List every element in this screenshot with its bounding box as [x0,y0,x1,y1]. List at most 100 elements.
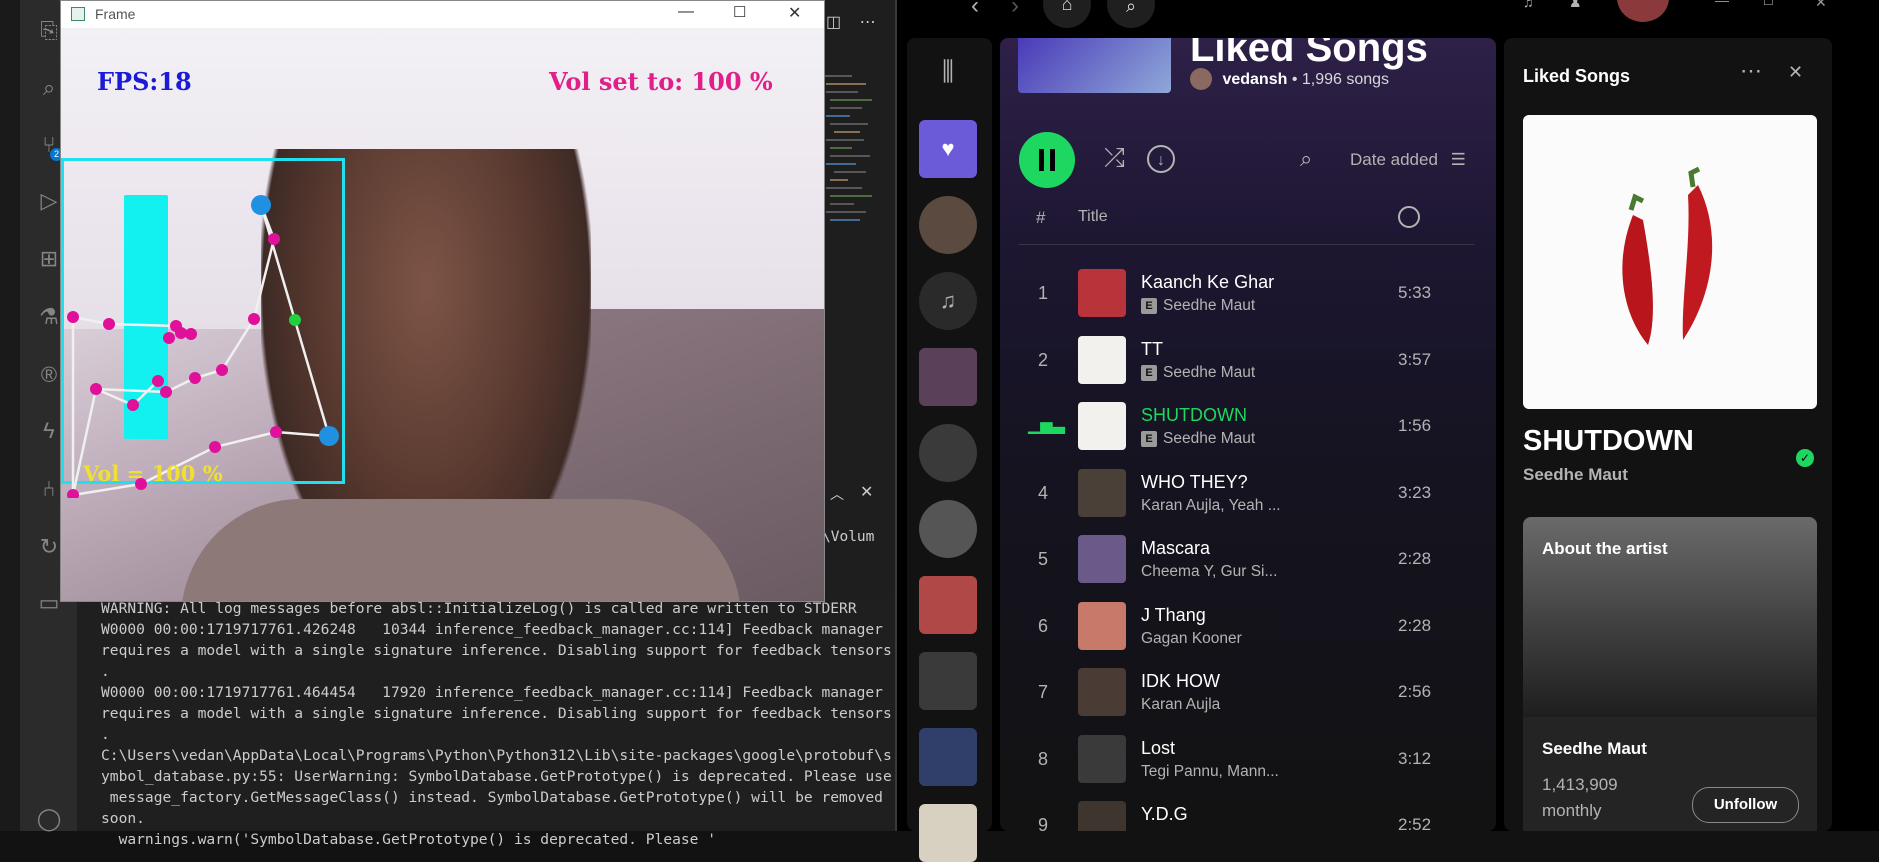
track-number: 8 [1037,748,1048,769]
track-artist[interactable]: Tegi Pannu, Mann... [1141,763,1279,780]
notifications-icon[interactable]: ♫ [1523,0,1534,10]
now-playing-track[interactable]: SHUTDOWN [1523,425,1694,458]
track-artwork [1078,801,1126,831]
chat-icon[interactable]: ▭ [36,590,62,616]
library-item[interactable] [919,576,977,634]
track-number: 9 [1037,815,1048,831]
extensions-icon[interactable]: ⊞ [36,246,62,272]
track-duration: 2:28 [1398,549,1432,568]
track-artist[interactable]: Cheema Y, Gur Si... [1141,563,1277,580]
hand-landmarks [67,195,339,498]
track-title[interactable]: TT [1141,339,1163,360]
track-artist[interactable]: Seedhe Maut [1163,364,1255,381]
frame-titlebar[interactable]: Frame — ☐ ✕ [61,1,824,28]
track-artist[interactable]: Karan Aujla, Yeah ... [1141,497,1281,514]
library-item[interactable]: ♫ [919,272,977,330]
window-minimize-icon[interactable]: — [1715,0,1729,8]
terminal-tab-label[interactable]: \Volum [822,529,874,545]
track-row[interactable]: 5 Mascara Cheema Y, Gur Si... 2:28 [1018,526,1478,592]
forward-icon[interactable]: › [1011,0,1019,20]
source-control-icon[interactable]: ⑂ 2 [36,132,63,161]
library-item[interactable] [919,424,977,482]
owner-name[interactable]: vedansh [1222,71,1287,88]
track-row[interactable]: 4 WHO THEY? Karan Aujla, Yeah ... 3:23 [1018,460,1478,526]
track-artist[interactable]: Gagan Kooner [1141,630,1242,647]
library-item[interactable] [919,652,977,710]
library-icon[interactable]: ⫼ [933,56,963,88]
account-icon[interactable]: ◯ [36,806,62,832]
settings-sync-icon[interactable]: ↻ [36,534,62,560]
desktop-edge [0,0,20,831]
library-item[interactable] [919,196,977,254]
close-panel-icon[interactable]: ✕ [860,482,873,502]
frame-title: Frame [95,6,136,22]
terminal-panel[interactable]: WARNING: All log messages before absl::I… [77,598,897,848]
track-row[interactable]: 8 Lost Tegi Pannu, Mann... 3:12 [1018,726,1478,792]
pause-button[interactable] [1019,132,1075,188]
shuffle-icon[interactable]: ⤮ [1104,142,1125,174]
avatar[interactable] [1617,0,1669,22]
more-options-icon[interactable]: ⋯ [1740,58,1762,84]
friends-icon[interactable]: ♟ [1569,0,1582,11]
track-title[interactable]: SHUTDOWN [1141,405,1247,426]
maximize-button[interactable]: ☐ [733,3,746,21]
track-title[interactable]: IDK HOW [1141,671,1220,692]
search-button[interactable]: ⌕ [1107,0,1155,28]
explorer-icon[interactable]: ⎘ [36,18,62,44]
lightning-icon[interactable]: ϟ [36,418,62,444]
unfollow-button[interactable]: Unfollow [1692,787,1799,823]
testing-icon[interactable]: ⚗ [36,304,62,330]
track-title[interactable]: Y.D.G [1141,804,1188,825]
track-artist[interactable]: Seedhe Maut [1163,430,1255,447]
close-panel-icon[interactable]: ✕ [1788,62,1803,83]
track-title[interactable]: J Thang [1141,605,1206,626]
track-artist[interactable]: Karan Aujla [1141,696,1220,713]
track-artwork [1078,734,1126,783]
heart-icon: ♥ [941,136,955,161]
track-row[interactable]: 2 TT E Seedhe Maut 3:57 [1018,327,1478,393]
minimize-button[interactable]: — [678,3,694,21]
maximize-panel-icon[interactable]: ︿ [830,484,844,504]
track-title[interactable]: Kaanch Ke Ghar [1141,272,1274,293]
liked-songs-tile[interactable]: ♥ [919,120,977,178]
search-in-playlist-icon[interactable]: ⌕ [1300,146,1312,172]
track-title[interactable]: Lost [1141,738,1175,759]
download-icon[interactable]: ↓ [1147,145,1175,173]
track-artist[interactable]: Seedhe Maut [1163,297,1255,314]
window-maximize-icon[interactable]: ☐ [1763,0,1774,8]
title-column-header[interactable]: Title [1078,208,1108,226]
library-item[interactable] [919,348,977,406]
back-icon[interactable]: ‹ [971,0,979,20]
more-actions-icon[interactable]: ⋯ [860,14,876,31]
artist-name[interactable]: Seedhe Maut [1542,739,1647,759]
track-row[interactable]: ▁▅▃ SHUTDOWN E Seedhe Maut 1:56 [1018,393,1478,459]
home-button[interactable]: ⌂ [1043,0,1091,28]
track-number: 2 [1037,349,1048,370]
run-debug-icon[interactable]: ▷ [36,188,62,214]
track-title[interactable]: WHO THEY? [1141,472,1248,493]
split-editor-icon[interactable]: ◫ [826,14,841,31]
track-row[interactable]: 7 IDK HOW Karan Aujla 2:56 [1018,659,1478,725]
track-row[interactable]: 9 Y.D.G 2:52 [1018,792,1478,831]
git-graph-icon[interactable]: ⑃ [36,476,62,502]
remote-icon[interactable]: ® [36,362,62,388]
library-item[interactable] [919,728,977,786]
about-artist-card[interactable]: About the artist Seedhe Maut 1,413,909 m… [1523,517,1817,831]
track-row[interactable]: 1 Kaanch Ke Ghar E Seedhe Maut 5:33 [1018,260,1478,326]
library-item[interactable] [919,804,977,862]
window-close-icon[interactable]: ✕ [1815,0,1827,11]
list-header: # Title [1018,206,1474,245]
library-item[interactable] [919,500,977,558]
top-right-toolbar: ◫ ⋯ [826,12,876,32]
owner-avatar [1190,68,1212,90]
sort-dropdown[interactable]: Date added ☰ [1350,150,1466,170]
liked-check-icon[interactable]: ✓ [1796,449,1814,467]
track-row[interactable]: 6 J Thang Gagan Kooner 2:28 [1018,593,1478,659]
track-artist-line: E Seedhe Maut [1141,364,1255,382]
close-button[interactable]: ✕ [788,3,801,23]
now-playing-artist[interactable]: Seedhe Maut [1523,465,1628,485]
track-title[interactable]: Mascara [1141,538,1210,559]
search-icon[interactable]: ⌕ [36,75,62,101]
playlist-meta: vedansh • 1,996 songs [1190,68,1389,90]
now-playing-panel-title: Liked Songs [1523,66,1631,86]
